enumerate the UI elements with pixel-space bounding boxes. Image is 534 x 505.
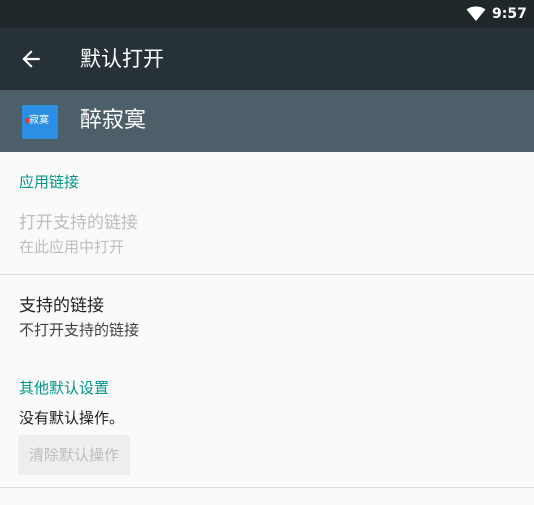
- toolbar: 默认打开: [0, 28, 534, 90]
- section-header-other-defaults: 其他默认设置: [19, 379, 110, 397]
- app-name: 醉寂寞: [80, 108, 147, 133]
- status-bar: 9:57: [0, 0, 534, 28]
- supported-links-summary: 不打开支持的链接: [19, 321, 140, 339]
- supported-links-title: 支持的链接: [19, 296, 104, 316]
- section-header-app-links: 应用链接: [19, 173, 80, 191]
- divider-bottom: [0, 487, 534, 488]
- wifi-icon: [466, 6, 486, 21]
- page-title: 默认打开: [80, 47, 164, 71]
- divider: [0, 274, 534, 275]
- app-icon: 寂寞: [22, 105, 58, 139]
- open-supported-links-title: 打开支持的链接: [19, 213, 138, 233]
- arrow-back-icon[interactable]: [18, 46, 44, 72]
- status-time: 9:57: [492, 6, 527, 22]
- open-supported-links-summary: 在此应用中打开: [19, 238, 125, 256]
- settings-content: 应用链接 打开支持的链接 在此应用中打开 支持的链接 不打开支持的链接 其他默认…: [0, 152, 534, 505]
- app-header: 寂寞 醉寂寞: [0, 90, 534, 152]
- app-icon-text: 寂寞: [29, 115, 49, 126]
- clear-defaults-button[interactable]: 清除默认操作: [18, 435, 130, 475]
- no-defaults-text: 没有默认操作。: [19, 409, 125, 427]
